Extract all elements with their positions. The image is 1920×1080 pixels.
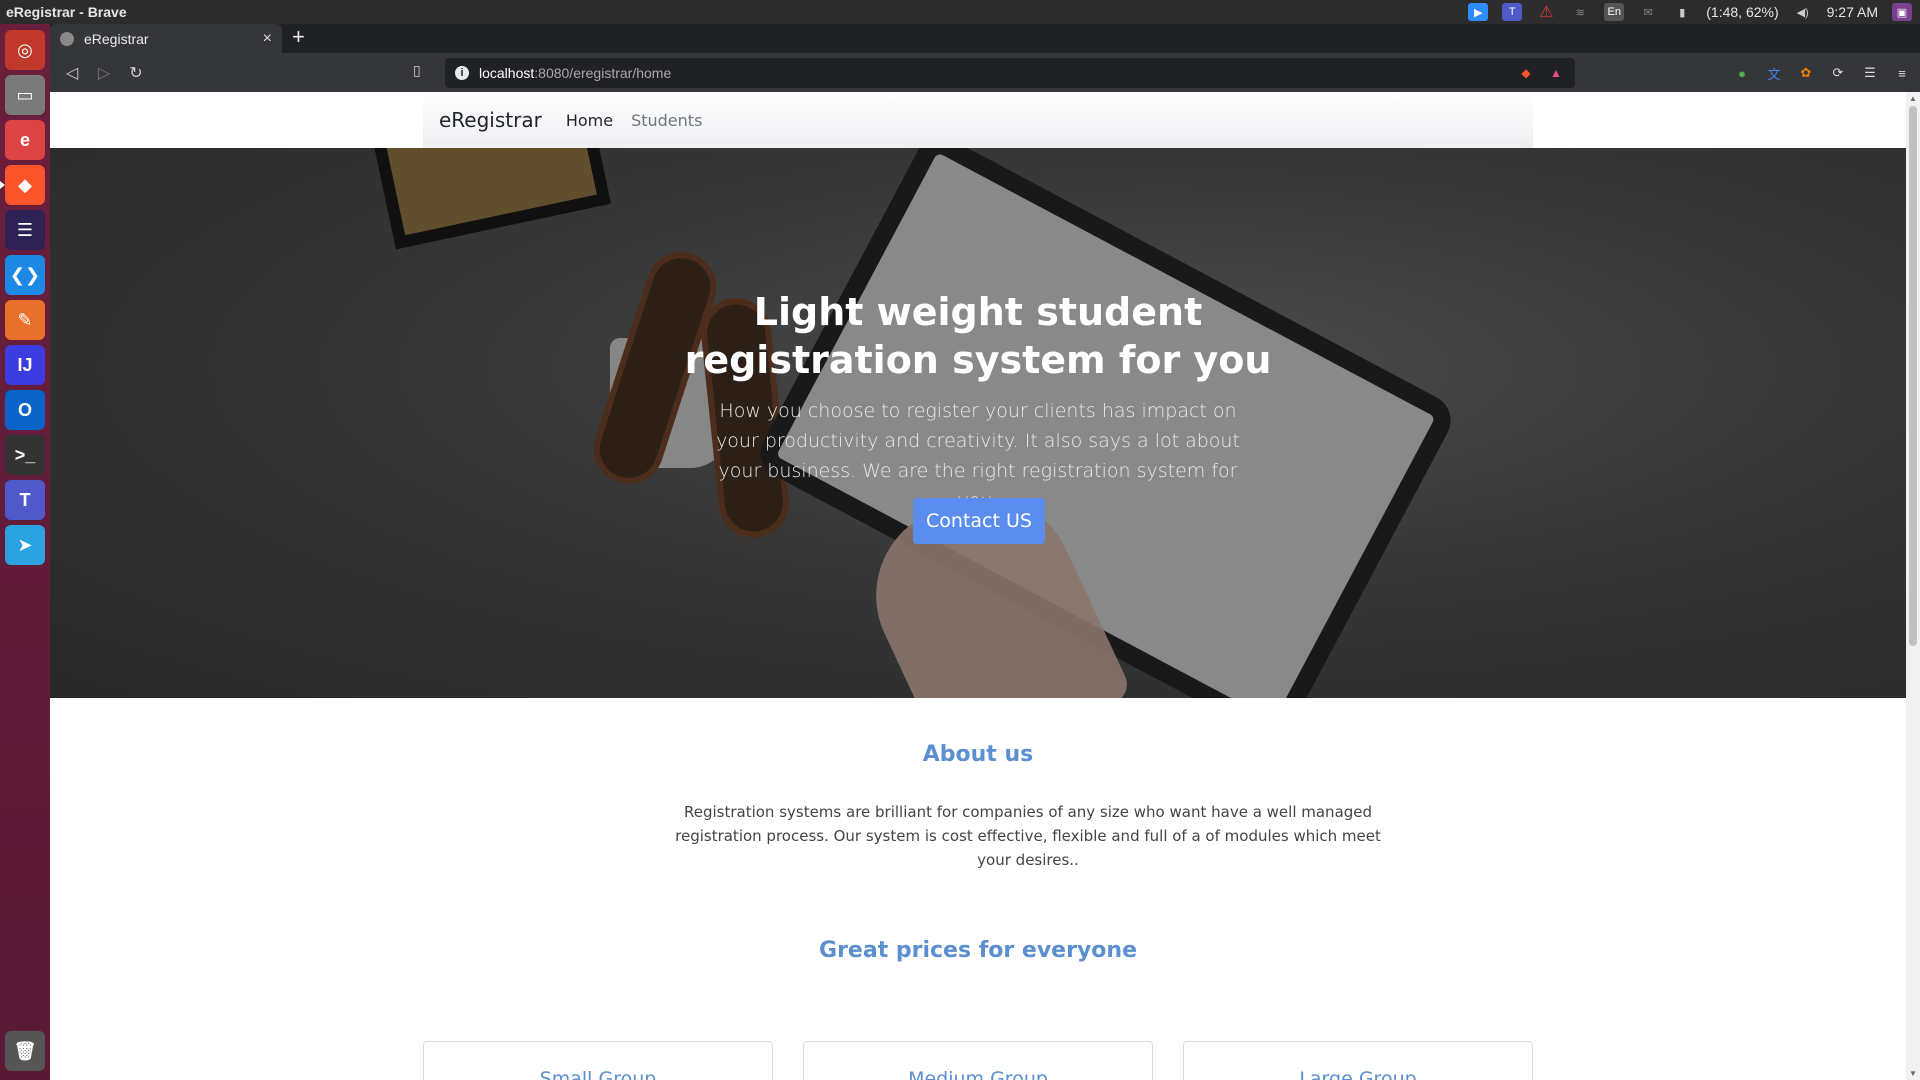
hero-content: Light weight student registration system… [50,148,1906,698]
playlist-icon[interactable]: ☰ [1860,63,1880,83]
mail-icon[interactable]: ✉ [1638,3,1658,21]
browser-window: eRegistrar × + ◁ ▷ ↻ ▯ i localhost:8080/… [50,24,1920,1080]
scroll-down-icon[interactable]: ▼ [1909,1069,1917,1078]
bookmark-icon[interactable]: ▯ [413,62,421,79]
warning-icon[interactable]: ⚠ [1536,3,1556,21]
telegram-icon[interactable]: ➤ [5,525,45,565]
terminal-icon[interactable]: >_ [5,435,45,475]
pricing-card-large: Large Group [1183,1041,1533,1080]
translate-icon[interactable]: 文 [1764,63,1784,83]
new-tab-button[interactable]: + [282,24,315,53]
app-icon[interactable]: e [5,120,45,160]
intellij-icon[interactable]: IJ [5,345,45,385]
nav-home[interactable]: Home [566,111,613,130]
page-scrollbar[interactable]: ▲ ▼ [1906,92,1920,1080]
sync-icon[interactable]: ⟳ [1828,63,1848,83]
battery-status[interactable]: (1:48, 62%) [1706,4,1778,20]
volume-icon[interactable]: ◀) [1793,3,1813,21]
brave-browser-icon[interactable]: ◆ [0,165,45,205]
hero-section: Light weight student registration system… [50,148,1906,698]
site-info-icon[interactable]: i [455,66,469,80]
pricing-card-small: Small Group [423,1041,773,1080]
nav-students[interactable]: Students [631,111,702,130]
scrollbar-thumb[interactable] [1909,106,1917,646]
tab-strip: eRegistrar × + [50,24,1920,53]
back-icon[interactable]: ◁ [56,57,88,89]
pricing-card-title: Medium Group [908,1068,1048,1080]
status-dot-icon[interactable]: ● [1732,63,1752,83]
forward-icon[interactable]: ▷ [88,57,120,89]
menu-icon[interactable]: ≡ [1892,63,1912,83]
about-text: Registration systems are brilliant for c… [675,803,1381,869]
extensions-area: ● 文 ✿ ⟳ ☰ ≡ [1732,58,1912,88]
url-host: localhost [479,65,535,81]
site-brand[interactable]: eRegistrar [439,108,542,132]
reload-icon[interactable]: ↻ [120,57,152,89]
pricing-heading: Great prices for everyone [819,938,1137,963]
teams-icon[interactable]: T [1502,3,1523,21]
teams-launcher-icon[interactable]: T [5,480,45,520]
clock[interactable]: 9:27 AM [1827,4,1878,20]
scroll-up-icon[interactable]: ▲ [1909,94,1917,103]
pricing-card-title: Large Group [1299,1068,1417,1080]
postman-icon[interactable]: ✎ [5,300,45,340]
battery-icon[interactable]: ▮ [1672,3,1692,21]
outlook-icon[interactable]: O [5,390,45,430]
window-title: eRegistrar - Brave [6,4,127,20]
keyboard-layout[interactable]: En [1604,3,1625,21]
zoom-icon[interactable]: ▶ [1468,3,1489,21]
app-launcher: ◎ ▭ e ◆ ☰ ❮❯ ✎ IJ O >_ T ➤ 🗑 [0,24,50,1080]
os-top-bar: eRegistrar - Brave ▶ T ⚠ ≋ En ✉ ▮ (1:48,… [0,0,1920,24]
vscode-icon[interactable]: ❮❯ [5,255,45,295]
tab-title: eRegistrar [84,30,149,47]
ubuntu-software-icon[interactable]: ◎ [5,30,45,70]
system-tray: ▶ T ⚠ ≋ En ✉ ▮ (1:48, 62%) ◀) 9:27 AM ▣ [1468,3,1920,21]
brave-rewards-icon[interactable]: ▲ [1547,64,1565,82]
hero-title: Light weight student registration system… [684,290,1272,382]
contact-us-button[interactable]: Contact US [913,498,1045,544]
pricing-card-title: Small Group [539,1068,657,1080]
extension-icon[interactable]: ✿ [1796,63,1816,83]
close-tab-icon[interactable]: × [263,30,272,48]
pricing-card-medium: Medium Group [803,1041,1153,1080]
wifi-icon[interactable]: ≋ [1570,3,1590,21]
about-heading: About us [922,742,1034,767]
favicon-icon [60,31,74,46]
url-path: :8080/eregistrar/home [534,65,672,81]
session-menu-icon[interactable]: ▣ [1892,3,1912,21]
tab-eregistrar[interactable]: eRegistrar × [50,24,282,53]
brave-shields-icon[interactable]: ◆ [1517,64,1535,82]
files-icon[interactable]: ▭ [5,75,45,115]
page-viewport: Light weight student registration system… [50,92,1920,1080]
address-bar[interactable]: i localhost:8080/eregistrar/home ◆ ▲ [445,58,1575,88]
trash-icon[interactable]: 🗑 [5,1031,45,1071]
eclipse-icon[interactable]: ☰ [5,210,45,250]
site-navbar: eRegistrar Home Students [423,92,1533,148]
